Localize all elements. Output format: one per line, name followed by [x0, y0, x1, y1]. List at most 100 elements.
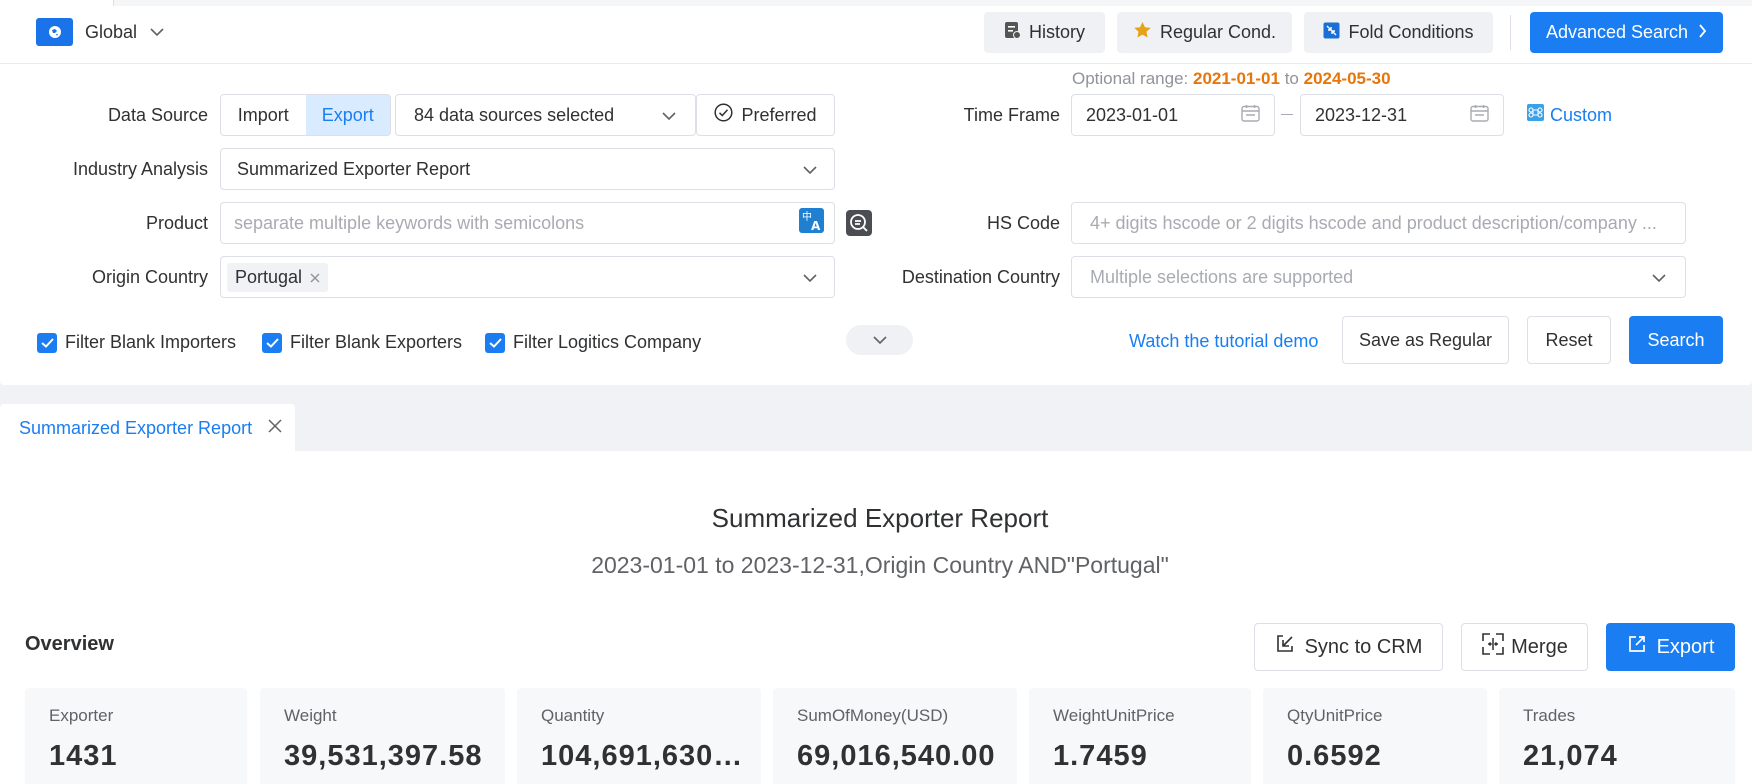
- filter-label: Filter Blank Exporters: [290, 332, 463, 352]
- start-date-input[interactable]: 2023-01-01: [1071, 94, 1275, 136]
- region-selector[interactable]: Global: [36, 18, 165, 46]
- reset-button[interactable]: Reset: [1527, 316, 1611, 364]
- end-date-value: 2023-12-31: [1315, 104, 1408, 125]
- chevron-down-icon: [802, 159, 818, 180]
- chevron-right-icon: [1698, 22, 1707, 43]
- data-sources-value: 84 data sources selected: [414, 104, 615, 125]
- sync-icon: [1275, 634, 1295, 660]
- advanced-search-label: Advanced Search: [1545, 22, 1689, 42]
- destination-country-select[interactable]: Multiple selections are supported: [1071, 256, 1686, 298]
- chevron-down-icon: [802, 267, 818, 288]
- command-icon: [1527, 104, 1544, 126]
- translate-icon[interactable]: 中A: [799, 208, 824, 238]
- filter-label: Filter Blank Importers: [65, 332, 237, 352]
- tab-label: Summarized Exporter Report: [19, 417, 253, 438]
- filter-blank-importers-checkbox[interactable]: Filter Blank Importers: [37, 332, 236, 353]
- history-label: History: [1028, 22, 1085, 42]
- stat-value: 1431: [49, 740, 118, 772]
- save-as-regular-button[interactable]: Save as Regular: [1342, 316, 1509, 364]
- hs-code-input[interactable]: 4+ digits hscode or 2 digits hscode and …: [1071, 202, 1686, 244]
- report-subtitle: 2023-01-01 to 2023-12-31,Origin Country …: [591, 552, 1169, 578]
- top-strip-tab: [0, 0, 114, 6]
- optional-range-hint: Optional range: 2021-01-01 to 2024-05-30: [1072, 69, 1391, 89]
- filter-blank-exporters-checkbox[interactable]: Filter Blank Exporters: [262, 332, 462, 353]
- stat-value: 1.7459: [1053, 740, 1148, 772]
- end-date-input[interactable]: 2023-12-31: [1300, 94, 1504, 136]
- date-range-separator: [1281, 114, 1293, 115]
- stat-card-exporter: Exporter 1431: [25, 688, 247, 784]
- regular-cond-button[interactable]: Regular Cond.: [1117, 12, 1292, 53]
- tab-summarized-exporter-report[interactable]: Summarized Exporter Report: [0, 404, 295, 452]
- hs-code-placeholder: 4+ digits hscode or 2 digits hscode and …: [1090, 212, 1657, 233]
- stat-value: 0.6592: [1287, 740, 1382, 772]
- preferred-label: Preferred: [741, 104, 817, 125]
- industry-analysis-label: Industry Analysis: [72, 159, 208, 179]
- svg-text:A: A: [811, 219, 821, 233]
- close-icon[interactable]: [310, 267, 320, 288]
- export-option[interactable]: Export: [305, 95, 390, 135]
- stat-label: SumOfMoney(USD): [797, 706, 949, 725]
- checkmark-icon: [262, 332, 282, 353]
- sync-to-crm-button[interactable]: Sync to CRM: [1254, 623, 1443, 671]
- chevron-down-icon: [149, 22, 165, 42]
- stat-label: Exporter: [49, 706, 114, 725]
- stat-label: Quantity: [541, 706, 605, 725]
- tutorial-demo-link[interactable]: Watch the tutorial demo: [1129, 331, 1318, 352]
- close-icon[interactable]: [268, 418, 282, 438]
- history-icon: [1004, 21, 1021, 44]
- history-button[interactable]: History: [984, 12, 1105, 53]
- stat-card-weight-unit-price: WeightUnitPrice 1.7459: [1029, 688, 1251, 784]
- preferred-button[interactable]: Preferred: [696, 94, 835, 136]
- expand-more-toggle[interactable]: [846, 325, 913, 355]
- stat-label: Trades: [1523, 706, 1576, 725]
- collapse-icon: [1323, 22, 1340, 44]
- stat-label: WeightUnitPrice: [1053, 706, 1175, 725]
- filter-label: Filter Logitics Company: [513, 332, 702, 352]
- custom-range-link[interactable]: Custom: [1527, 104, 1612, 126]
- search-settings-icon[interactable]: [846, 210, 872, 241]
- top-strip: [0, 0, 1752, 6]
- data-sources-select[interactable]: 84 data sources selected: [395, 94, 696, 136]
- start-date-value: 2023-01-01: [1086, 104, 1179, 125]
- import-export-toggle: Import Export: [220, 94, 391, 136]
- sync-label: Sync to CRM: [1304, 635, 1423, 658]
- stat-card-sum-of-money: SumOfMoney(USD) 69,016,540.00: [773, 688, 1017, 784]
- merge-icon: [1481, 632, 1505, 662]
- destination-country-label: Destination Country: [901, 267, 1060, 287]
- fold-conditions-label: Fold Conditions: [1348, 22, 1474, 42]
- globe-icon: [36, 18, 73, 46]
- import-option[interactable]: Import: [221, 95, 306, 135]
- product-placeholder: separate multiple keywords with semicolo…: [234, 212, 585, 233]
- origin-country-select[interactable]: Portugal: [220, 256, 835, 298]
- advanced-search-button[interactable]: Advanced Search: [1530, 12, 1723, 53]
- filter-logistics-company-checkbox[interactable]: Filter Logitics Company: [485, 332, 701, 353]
- product-label: Product: [145, 213, 208, 233]
- stat-card-weight: Weight 39,531,397.58: [260, 688, 505, 784]
- data-source-label: Data Source: [107, 105, 208, 125]
- stat-value: 69,016,540.00: [797, 740, 996, 772]
- hint-end-date: 2024-05-30: [1303, 69, 1391, 88]
- origin-country-label: Origin Country: [91, 267, 208, 287]
- product-input[interactable]: separate multiple keywords with semicolo…: [220, 202, 835, 244]
- stat-label: QtyUnitPrice: [1287, 706, 1383, 725]
- merge-button[interactable]: Merge: [1461, 623, 1588, 671]
- star-icon: [1133, 21, 1152, 44]
- top-bar: Global History Regular Cond. Fold Condit…: [0, 0, 1752, 64]
- stat-value: 21,074: [1523, 740, 1618, 772]
- export-label: Export: [1656, 635, 1715, 658]
- export-button[interactable]: Export: [1606, 623, 1735, 671]
- calendar-icon: [1241, 104, 1260, 127]
- report-panel: Summarized Exporter Report 2023-01-01 to…: [0, 451, 1752, 784]
- industry-analysis-value: Summarized Exporter Report: [237, 158, 471, 179]
- industry-analysis-select[interactable]: Summarized Exporter Report: [220, 148, 835, 190]
- calendar-icon: [1470, 104, 1489, 127]
- checkmark-icon: [37, 332, 57, 353]
- hint-start-date: 2021-01-01: [1192, 69, 1280, 88]
- export-icon: [1627, 634, 1647, 660]
- header-divider: [1510, 15, 1511, 50]
- chevron-down-icon: [1651, 267, 1667, 288]
- fold-conditions-button[interactable]: Fold Conditions: [1304, 12, 1493, 53]
- report-title: Summarized Exporter Report: [711, 503, 1049, 533]
- search-button[interactable]: Search: [1629, 316, 1723, 364]
- country-tag: Portugal: [227, 262, 329, 292]
